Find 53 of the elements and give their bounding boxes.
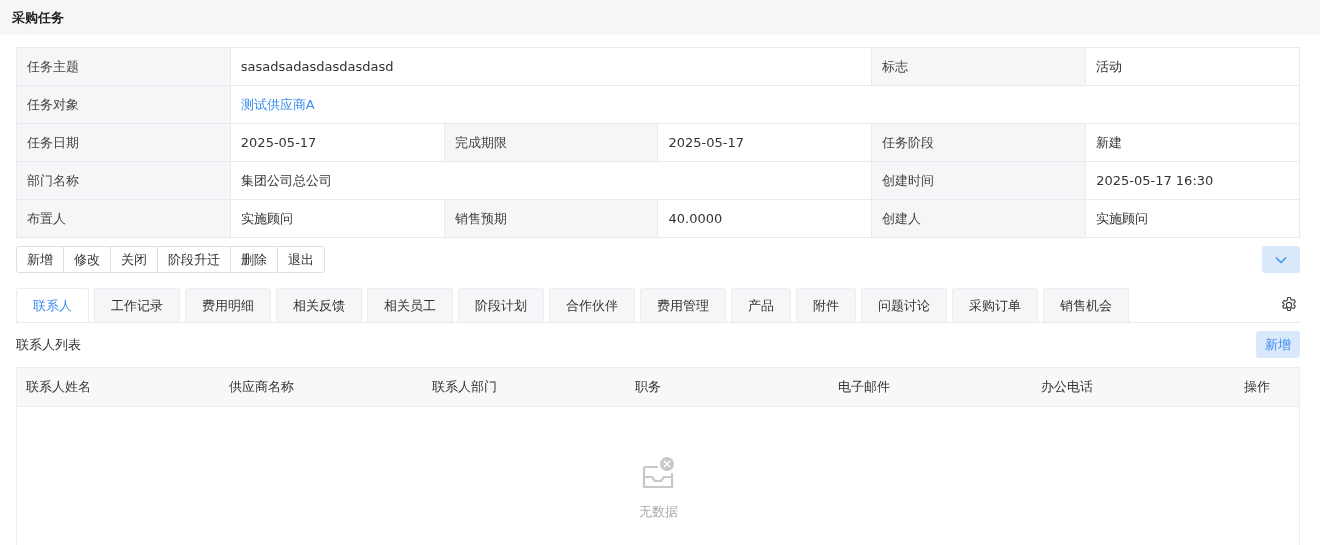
field-label: 创建人	[872, 200, 1087, 238]
action-button[interactable]: 删除	[230, 246, 278, 273]
field-value: sasadsadasdasdasdasd	[240, 59, 394, 74]
column-header: 办公电话	[1040, 378, 1094, 396]
settings-icon[interactable]	[1280, 296, 1298, 314]
column-header: 联系人部门	[431, 378, 498, 396]
field-label: 任务主题	[17, 48, 231, 86]
field-value: 2025-05-17 16:30	[1096, 173, 1214, 188]
tab[interactable]: 采购订单	[952, 288, 1038, 322]
tab[interactable]: 工作记录	[94, 288, 180, 322]
column-header: 电子邮件	[837, 378, 891, 396]
tab[interactable]: 联系人	[16, 288, 89, 322]
field-label: 布置人	[17, 200, 231, 238]
field-value: 集团公司总公司	[240, 171, 332, 190]
tab[interactable]: 附件	[796, 288, 856, 322]
empty-text: 无数据	[638, 503, 678, 521]
field-link[interactable]: 测试供应商A	[240, 95, 315, 114]
field-value: 2025-05-17	[240, 135, 317, 150]
tab[interactable]: 合作伙伴	[549, 288, 635, 322]
field-value: 2025-05-17	[668, 135, 745, 150]
field-label: 标志	[872, 48, 1087, 86]
list-title: 联系人列表	[16, 335, 81, 354]
field-label: 销售预期	[444, 200, 659, 238]
tab[interactable]: 相关员工	[367, 288, 453, 322]
field-value: 实施顾问	[240, 209, 293, 228]
column-header: 操作	[1243, 378, 1271, 396]
field-label: 任务阶段	[872, 124, 1087, 162]
tab[interactable]: 相关反馈	[276, 288, 362, 322]
column-header: 联系人姓名	[25, 378, 92, 396]
column-header: 供应商名称	[228, 378, 295, 396]
action-button[interactable]: 关闭	[110, 246, 158, 273]
field-label: 创建时间	[872, 162, 1087, 200]
action-button[interactable]: 退出	[277, 246, 325, 273]
tab[interactable]: 费用管理	[640, 288, 726, 322]
action-button[interactable]: 新增	[16, 246, 64, 273]
field-value: 新建	[1096, 133, 1123, 152]
tab[interactable]: 问题讨论	[861, 288, 947, 322]
field-label: 部门名称	[17, 162, 231, 200]
action-button[interactable]: 阶段升迁	[157, 246, 231, 273]
tab[interactable]: 产品	[731, 288, 791, 322]
tab[interactable]: 阶段计划	[458, 288, 544, 322]
page-title: 采购任务	[12, 8, 64, 27]
field-label: 任务对象	[17, 86, 231, 124]
tab[interactable]: 销售机会	[1043, 288, 1129, 322]
field-value: 40.0000	[668, 211, 723, 226]
field-value: 活动	[1096, 57, 1123, 76]
field-label: 任务日期	[17, 124, 231, 162]
column-header: 职务	[634, 378, 662, 396]
tab[interactable]: 费用明细	[185, 288, 271, 322]
action-button[interactable]: 修改	[63, 246, 111, 273]
field-label: 完成期限	[444, 124, 659, 162]
field-value: 实施顾问	[1096, 209, 1149, 228]
chevron-down-icon	[1275, 255, 1287, 264]
